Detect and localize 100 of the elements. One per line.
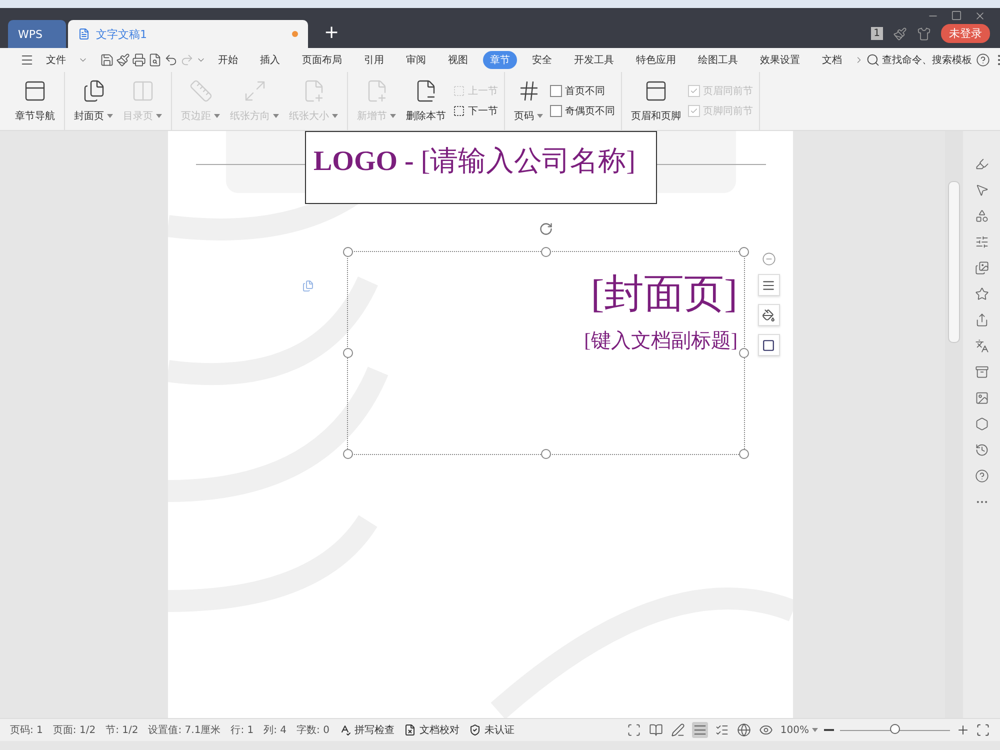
view-mode-button[interactable] (692, 722, 708, 738)
view-mode-button[interactable] (626, 722, 642, 738)
scrollbar[interactable] (945, 131, 963, 718)
ribbon-button[interactable]: 删除本节 (403, 74, 449, 128)
zoom-in-icon (956, 723, 970, 737)
outline-button[interactable] (758, 334, 780, 356)
file-menu[interactable]: 文件 (39, 51, 73, 69)
resize-handle[interactable] (738, 449, 748, 459)
logo-textbox[interactable]: LOGO - [请输入公司名称] (304, 131, 656, 204)
menu-tab[interactable]: 插入 (253, 51, 287, 69)
translate-icon[interactable] (974, 339, 988, 353)
resize-handle[interactable] (540, 449, 550, 459)
caret-icon (812, 728, 818, 732)
menu-tab[interactable]: 页面布局 (295, 51, 349, 69)
help-icon[interactable] (974, 469, 988, 483)
view-mode-button[interactable] (670, 722, 686, 738)
menu-tab[interactable]: 引用 (357, 51, 391, 69)
view-icon (671, 723, 686, 737)
menu-tab[interactable]: 安全 (525, 51, 559, 69)
archive-icon[interactable] (974, 365, 988, 379)
search-icon (866, 53, 880, 67)
lines-icon (762, 278, 775, 292)
section-icon (453, 105, 465, 117)
resize-handle[interactable] (342, 449, 352, 459)
star-icon[interactable] (974, 287, 988, 301)
resize-handle[interactable] (738, 247, 748, 257)
resize-handle[interactable] (540, 247, 550, 257)
print-icon (132, 53, 146, 67)
square-icon (762, 338, 775, 352)
status-button[interactable]: 文档校对 (404, 723, 460, 737)
fullscreen-icon (976, 723, 990, 737)
view-icon (693, 723, 708, 737)
ribbon-button[interactable]: 下一节 (453, 104, 498, 118)
images-icon[interactable] (974, 261, 988, 275)
ribbon-button[interactable]: 封面页 (71, 74, 116, 128)
resize-handle[interactable] (342, 247, 352, 257)
document-tab[interactable]: 文字文稿1 (68, 20, 308, 48)
slider-thumb[interactable] (890, 724, 900, 734)
search-field[interactable]: 查找命令、搜索模板 (882, 53, 972, 67)
status-text: 节: 1/2 (106, 724, 138, 737)
check-icon (690, 107, 698, 115)
caret-icon (537, 114, 543, 118)
status-icon (339, 724, 352, 736)
paint-bucket-icon (762, 308, 775, 322)
ribbon-button[interactable]: 章节导航 (12, 74, 58, 128)
window-count-badge[interactable]: 1 (870, 27, 883, 40)
view-icon (715, 723, 730, 737)
pen-icon[interactable] (974, 157, 988, 171)
shapes-icon[interactable] (974, 209, 988, 223)
history-icon[interactable] (974, 443, 988, 457)
caret-icon (332, 114, 338, 118)
menu-tab[interactable]: 绘图工具 (691, 51, 745, 69)
section-icon (453, 85, 465, 97)
image-icon[interactable] (974, 391, 988, 405)
menu-tab[interactable]: 审阅 (399, 51, 433, 69)
checkbox[interactable]: 首页不同 (550, 84, 615, 98)
status-icon (469, 724, 482, 736)
caret-icon (390, 114, 396, 118)
undo-icon (164, 53, 178, 67)
menu-tab[interactable]: 视图 (441, 51, 475, 69)
menu-tab[interactable]: 效果设置 (753, 51, 807, 69)
save-icon (100, 53, 114, 67)
status-text: 设置值: 7.1厘米 (148, 724, 221, 737)
menu-tab[interactable]: 文档 (815, 51, 849, 69)
preview-icon (148, 53, 162, 67)
caret-icon (107, 114, 113, 118)
new-tab-button[interactable]: + (310, 22, 354, 48)
status-text: 字数: 0 (296, 724, 330, 737)
login-button[interactable]: 未登录 (941, 24, 990, 43)
resize-handle[interactable] (342, 348, 352, 358)
close-icon (974, 10, 986, 22)
status-text: 列: 4 (264, 724, 287, 737)
share-icon[interactable] (974, 313, 988, 327)
resize-handle[interactable] (738, 348, 748, 358)
menu-tab[interactable]: 特色应用 (629, 51, 683, 69)
scroll-thumb[interactable] (948, 181, 960, 343)
menu-tab[interactable]: 开发工具 (567, 51, 621, 69)
status-button[interactable]: 未认证 (469, 723, 514, 737)
sliders-icon[interactable] (974, 235, 988, 249)
format-painter-icon (116, 53, 130, 67)
view-mode-button[interactable] (648, 722, 664, 738)
menu-tab[interactable]: 开始 (211, 51, 245, 69)
layout-options-button[interactable] (758, 274, 780, 296)
home-tab[interactable]: WPS (8, 20, 66, 48)
rotate-handle-icon[interactable] (538, 222, 552, 236)
view-icon (759, 723, 774, 737)
pointer-icon[interactable] (974, 183, 988, 197)
checkbox[interactable]: 奇偶页不同 (550, 104, 615, 118)
caret-icon (273, 114, 279, 118)
ribbon-button[interactable]: 页眉和页脚 (628, 74, 684, 128)
view-icon (649, 723, 664, 737)
ribbon-button[interactable]: 页码 (511, 74, 546, 128)
shirt-icon (917, 26, 931, 40)
status-text: 页码: 1 (10, 724, 43, 737)
view-mode-button[interactable] (736, 722, 752, 738)
fill-button[interactable] (758, 304, 780, 326)
hexagon-icon[interactable] (974, 417, 988, 431)
status-button[interactable]: 拼写检查 (339, 723, 394, 737)
zoom-dropdown[interactable]: 100% (780, 724, 818, 736)
view-icon (737, 723, 752, 737)
